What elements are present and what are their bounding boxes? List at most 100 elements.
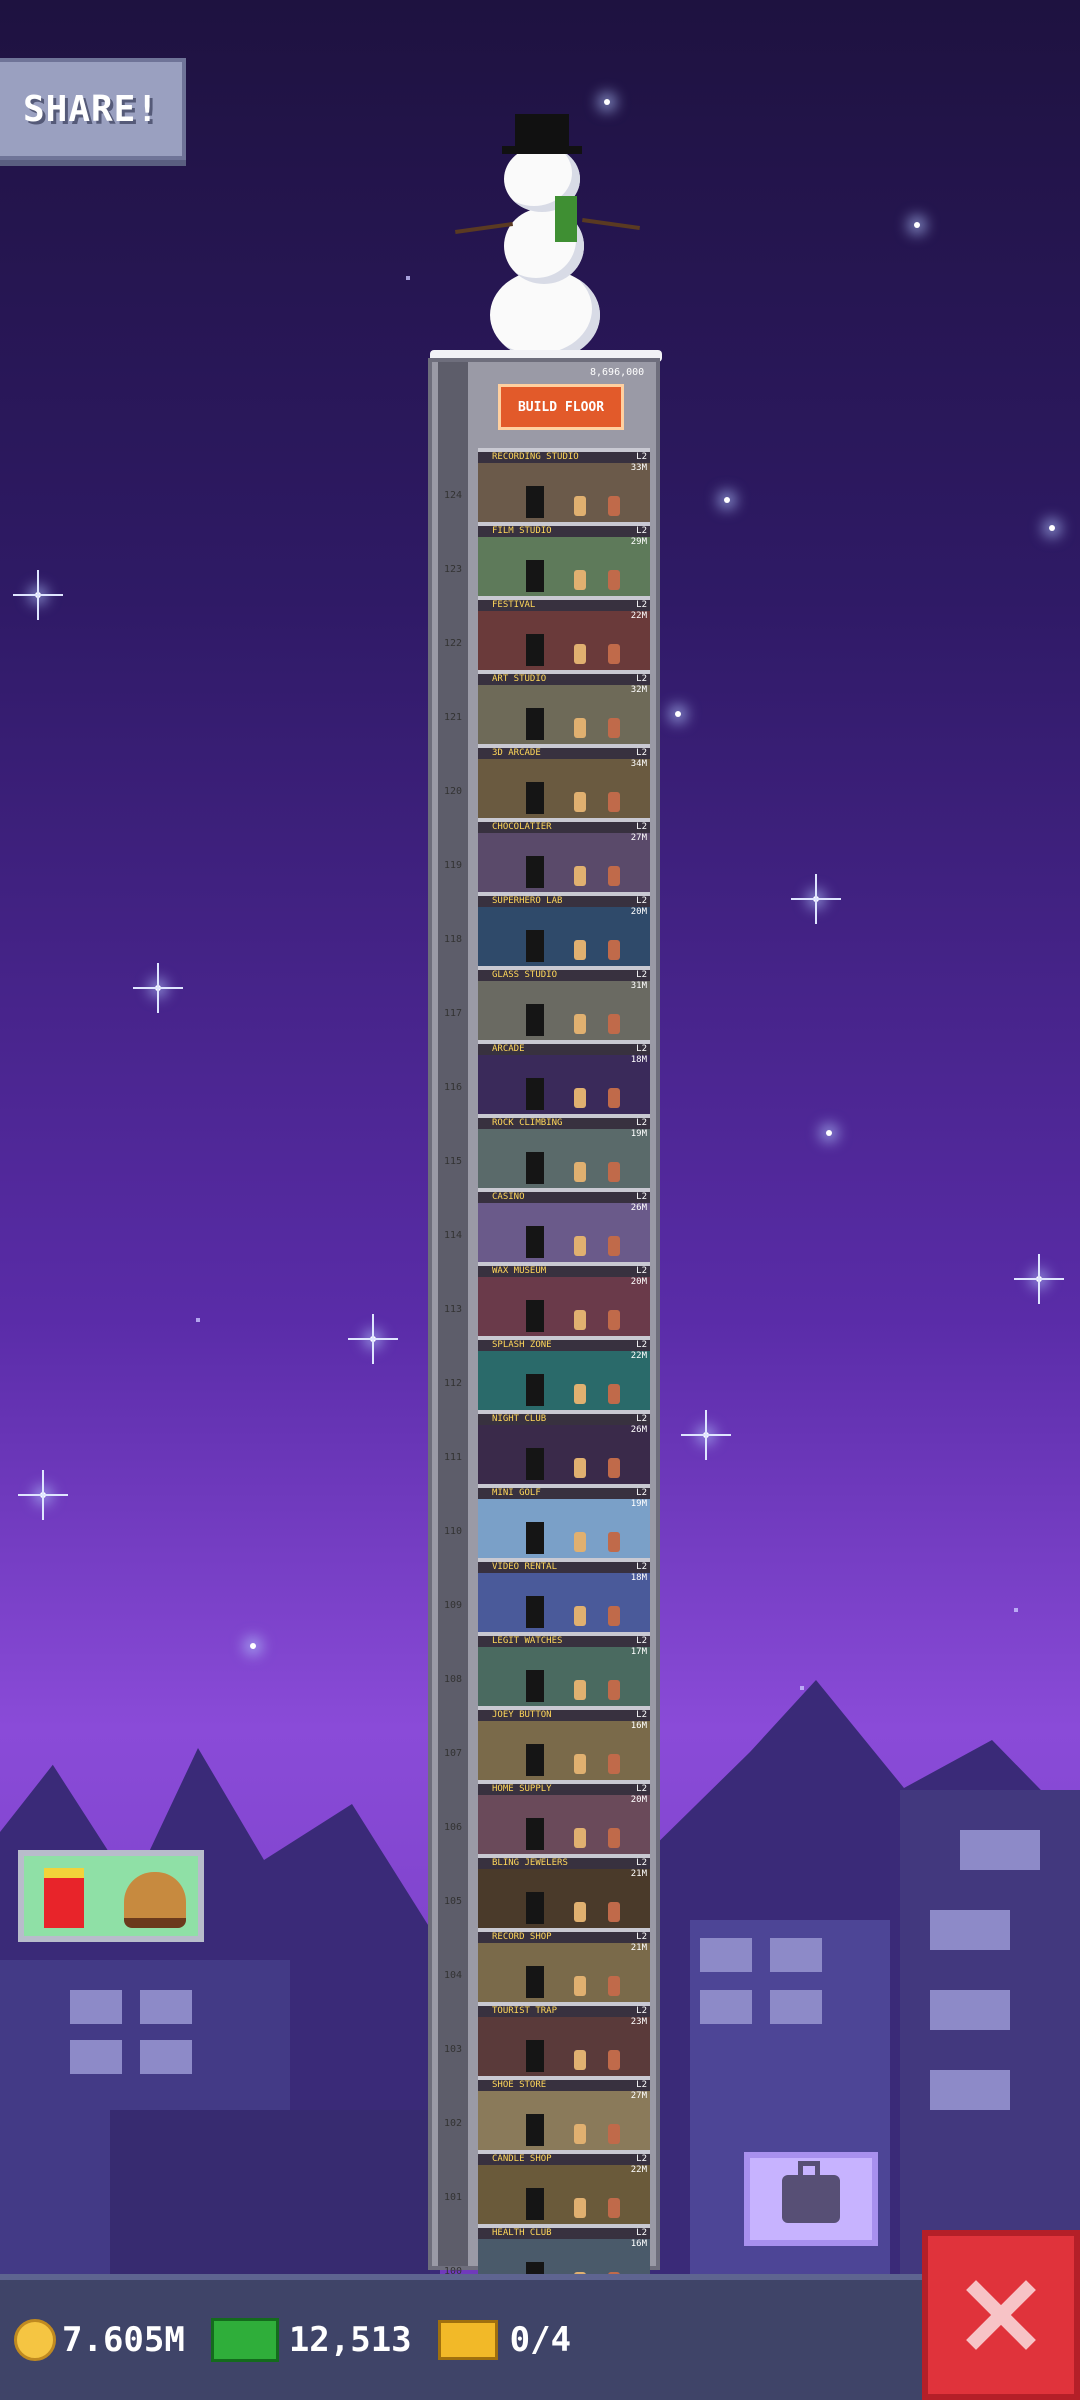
bitizen[interactable] (608, 644, 620, 664)
bitizen[interactable] (574, 1976, 586, 1996)
floor-115[interactable]: ROCK CLIMBING L2 19M (478, 1114, 650, 1188)
bitizen[interactable] (608, 1828, 620, 1848)
build-floor-button[interactable]: BUILD FLOOR (498, 384, 624, 430)
bitizen[interactable] (608, 1754, 620, 1774)
bitizen[interactable] (574, 718, 586, 738)
bitizen[interactable] (608, 1014, 620, 1034)
elevator-door (526, 560, 544, 592)
floor-level: L2 (636, 1562, 647, 1572)
bitizen[interactable] (608, 1088, 620, 1108)
bitizen[interactable] (574, 1088, 586, 1108)
floor-103[interactable]: TOURIST TRAP L2 23M (478, 2002, 650, 2076)
floor-name: NIGHT CLUB (492, 1414, 547, 1424)
floor-123[interactable]: FILM STUDIO L2 29M (478, 522, 650, 596)
floor-108[interactable]: LEGIT WATCHES L2 17M (478, 1632, 650, 1706)
floor-level: L2 (636, 2154, 647, 2164)
floor-number: 112 (443, 1378, 463, 1389)
floor-101[interactable]: CANDLE SHOP L2 22M (478, 2150, 650, 2224)
floor-level: L2 (636, 1340, 647, 1350)
floor-121[interactable]: ART STUDIO L2 32M (478, 670, 650, 744)
bitizen[interactable] (574, 2124, 586, 2144)
floor-number: 113 (443, 1304, 463, 1315)
floor-number: 121 (443, 712, 463, 723)
elevator-door (526, 708, 544, 740)
floor-116[interactable]: ARCADE L2 18M (478, 1040, 650, 1114)
floor-114[interactable]: CASINO L2 26M (478, 1188, 650, 1262)
bitizen[interactable] (608, 718, 620, 738)
floor-value: 27M (630, 2091, 647, 2101)
bitizen[interactable] (574, 1014, 586, 1034)
bitizen[interactable] (574, 940, 586, 960)
floor-117[interactable]: GLASS STUDIO L2 31M (478, 966, 650, 1040)
close-button[interactable] (922, 2230, 1080, 2400)
bitizen[interactable] (574, 1458, 586, 1478)
bitizen[interactable] (574, 1754, 586, 1774)
floor-120[interactable]: 3D ARCADE L2 34M (478, 744, 650, 818)
floor-119[interactable]: CHOCOLATIER L2 27M (478, 818, 650, 892)
bitizen[interactable] (574, 1162, 586, 1182)
floor-111[interactable]: NIGHT CLUB L2 26M (478, 1410, 650, 1484)
bitizen[interactable] (608, 792, 620, 812)
bitizen[interactable] (574, 1902, 586, 1922)
floor-name: TOURIST TRAP (492, 2006, 558, 2016)
bitizen[interactable] (608, 2124, 620, 2144)
status-bar: 7.605M 12,513 0/4 (0, 2274, 1080, 2400)
bitizen[interactable] (574, 1828, 586, 1848)
floor-124[interactable]: RECORDING STUDIO L2 33M (478, 448, 650, 522)
bitizen[interactable] (608, 496, 620, 516)
inventory-button[interactable] (744, 2152, 878, 2246)
bitizen[interactable] (608, 1162, 620, 1182)
share-button[interactable]: SHARE! (0, 58, 186, 160)
floor-118[interactable]: SUPERHERO LAB L2 20M (478, 892, 650, 966)
floor-name: VIDEO RENTAL (492, 1562, 558, 1572)
bitizen[interactable] (574, 2198, 586, 2218)
elevator-door (526, 634, 544, 666)
bitizen[interactable] (574, 1384, 586, 1404)
bitizen[interactable] (608, 1236, 620, 1256)
floor-level: L2 (636, 1192, 647, 1202)
floor-name: MINI GOLF (492, 1488, 541, 1498)
bitizen[interactable] (608, 1606, 620, 1626)
bitizen[interactable] (574, 866, 586, 886)
bitizen[interactable] (574, 1606, 586, 1626)
close-icon (966, 2280, 1036, 2350)
bitizen[interactable] (608, 2198, 620, 2218)
burger-icon (124, 1872, 186, 1928)
bitizen[interactable] (608, 866, 620, 886)
bitizen[interactable] (608, 940, 620, 960)
floor-112[interactable]: SPLASH ZONE L2 22M (478, 1336, 650, 1410)
bitizen[interactable] (608, 1310, 620, 1330)
floor-113[interactable]: WAX MUSEUM L2 20M (478, 1262, 650, 1336)
bitizen[interactable] (608, 1976, 620, 1996)
bitizen[interactable] (574, 1236, 586, 1256)
bitizen[interactable] (608, 570, 620, 590)
floor-122[interactable]: FESTIVAL L2 22M (478, 596, 650, 670)
bitizen[interactable] (608, 1532, 620, 1552)
floor-109[interactable]: VIDEO RENTAL L2 18M (478, 1558, 650, 1632)
bitizen[interactable] (574, 570, 586, 590)
floor-name: ART STUDIO (492, 674, 547, 684)
elevator-door (526, 856, 544, 888)
bitizen[interactable] (574, 792, 586, 812)
bitizen[interactable] (574, 2050, 586, 2070)
bitizen[interactable] (574, 496, 586, 516)
floor-106[interactable]: HOME SUPPLY L2 20M (478, 1780, 650, 1854)
bitizen[interactable] (574, 1532, 586, 1552)
bitizen[interactable] (574, 1310, 586, 1330)
bitizen[interactable] (608, 2050, 620, 2070)
star (133, 963, 183, 1013)
floor-102[interactable]: SHOE STORE L2 27M (478, 2076, 650, 2150)
floor-104[interactable]: RECORD SHOP L2 21M (478, 1928, 650, 2002)
bitizen[interactable] (608, 1384, 620, 1404)
bitizen[interactable] (608, 1458, 620, 1478)
floor-number: 105 (443, 1896, 463, 1907)
bitizen[interactable] (574, 1680, 586, 1700)
bitizen[interactable] (608, 1680, 620, 1700)
floor-105[interactable]: BLING JEWELERS L2 21M (478, 1854, 650, 1928)
floor-107[interactable]: JOEY BUTTON L2 16M (478, 1706, 650, 1780)
bitizen[interactable] (574, 644, 586, 664)
floor-level: L2 (636, 2080, 647, 2090)
floor-110[interactable]: MINI GOLF L2 19M (478, 1484, 650, 1558)
bitizen[interactable] (608, 1902, 620, 1922)
floor-name: RECORDING STUDIO (492, 452, 579, 462)
